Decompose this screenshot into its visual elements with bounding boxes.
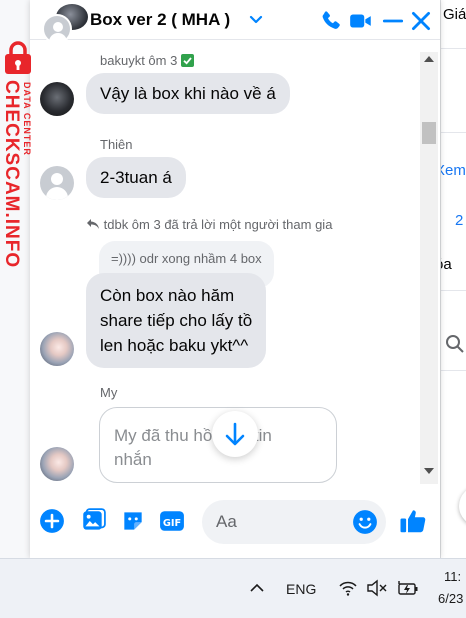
- scrollbar-thumb[interactable]: [422, 122, 436, 144]
- message-composer: GIF Aa: [30, 494, 440, 550]
- screen: Giá Xem 2 óa Box ver 2 ( MHA ): [0, 0, 466, 618]
- message-input-placeholder: Aa: [216, 512, 237, 531]
- group-avatar[interactable]: [38, 4, 88, 44]
- message-bubble[interactable]: Vậy là box khi nào về á: [86, 73, 290, 114]
- sender-name: Thiên: [100, 137, 133, 152]
- chevron-down-icon[interactable]: [248, 12, 264, 28]
- bg-round-button[interactable]: [459, 486, 466, 526]
- reply-arrow-icon: [86, 218, 100, 230]
- video-call-icon[interactable]: [348, 8, 374, 34]
- message-list[interactable]: bakuykt ôm 3 Vậy là box khi nào về á Thi…: [30, 41, 440, 486]
- bg-link-xem[interactable]: Xem: [441, 162, 466, 179]
- bg-divider: [441, 132, 466, 133]
- watermark-brand: CHECKSCAM.INFO: [1, 80, 22, 269]
- battery-charging-icon[interactable]: [396, 578, 420, 598]
- avatar[interactable]: [40, 82, 74, 116]
- scroll-up-arrow[interactable]: [424, 56, 434, 62]
- chat-title[interactable]: Box ver 2 ( MHA ): [90, 10, 230, 30]
- image-icon[interactable]: [80, 508, 106, 534]
- bg-count: 2: [455, 212, 464, 229]
- message-line: share tiếp cho lấy tồ: [100, 311, 253, 330]
- message-line: Còn box nào hăm: [100, 286, 235, 305]
- clock-time[interactable]: 11:: [444, 569, 461, 584]
- clock-date[interactable]: 6/23: [438, 591, 463, 606]
- sender-name-text: bakuykt ôm 3: [100, 53, 178, 68]
- chat-header: Box ver 2 ( MHA ): [30, 0, 440, 44]
- avatar[interactable]: [40, 332, 74, 366]
- sender-name: My: [100, 385, 118, 400]
- svg-text:GIF: GIF: [163, 518, 181, 529]
- volume-muted-icon[interactable]: [366, 578, 388, 598]
- background-page: Giá Xem 2 óa: [440, 0, 466, 558]
- lock-icon: [4, 40, 32, 76]
- taskbar: ENG 11: 6/23: [0, 558, 466, 618]
- reply-note-text: tdbk ôm 3 đã trả lời một người tham gia: [103, 217, 333, 232]
- reply-note: tdbk ôm 3 đã trả lời một người tham gia: [86, 217, 332, 232]
- bg-search-icon[interactable]: [445, 334, 465, 354]
- scrollbar[interactable]: [420, 52, 438, 484]
- plus-circle-icon[interactable]: [39, 508, 65, 534]
- bg-divider: [441, 290, 466, 291]
- message-bubble[interactable]: Còn box nào hăm share tiếp cho lấy tồ le…: [86, 273, 267, 368]
- member-avatar-default: [42, 14, 72, 44]
- gif-icon[interactable]: GIF: [159, 508, 185, 534]
- message-input[interactable]: Aa: [202, 500, 386, 544]
- thumbs-up-icon[interactable]: [398, 506, 428, 536]
- recalled-message-text: My đã thu hồi một tin nhắn: [114, 426, 272, 469]
- avatar[interactable]: [40, 166, 74, 200]
- bg-divider: [441, 48, 466, 49]
- close-icon[interactable]: [408, 8, 434, 34]
- avatar[interactable]: [40, 447, 74, 481]
- bg-divider: [441, 370, 466, 371]
- bg-text-gia: Giá: [443, 6, 466, 23]
- wifi-icon[interactable]: [338, 578, 358, 598]
- bg-text-oa: óa: [441, 256, 452, 273]
- message-line: len hoặc baku ykt^^: [100, 336, 249, 355]
- scroll-down-arrow[interactable]: [424, 468, 434, 474]
- emoji-icon[interactable]: [352, 509, 378, 535]
- language-indicator[interactable]: ENG: [286, 581, 316, 597]
- watermark-tagline: DATA CENTER: [22, 82, 32, 156]
- sticker-icon[interactable]: [120, 508, 146, 534]
- chat-window: Box ver 2 ( MHA ) bakuykt ôm 3 Vậy là bo…: [30, 0, 440, 558]
- sender-name: bakuykt ôm 3: [100, 53, 194, 68]
- arrow-down-icon: [225, 422, 245, 446]
- minimize-icon[interactable]: [380, 8, 406, 34]
- phone-icon[interactable]: [318, 8, 344, 34]
- message-bubble[interactable]: 2-3tuan á: [86, 157, 186, 198]
- scroll-to-bottom-button[interactable]: [212, 411, 258, 457]
- verified-check-icon: [180, 54, 194, 67]
- chevron-up-icon[interactable]: [248, 579, 266, 597]
